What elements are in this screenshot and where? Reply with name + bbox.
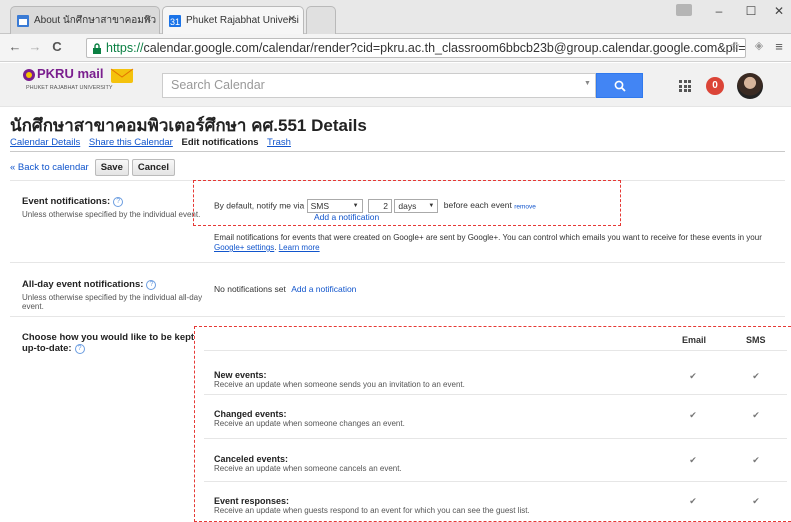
tab-title: About นักศึกษาสาขาคอมพิว [34, 15, 157, 26]
forward-arrow-icon[interactable]: → [26, 39, 44, 54]
divider [10, 316, 785, 317]
google-plus-settings-link[interactable]: Google+ settings [214, 243, 274, 252]
new-tab-button[interactable] [306, 6, 336, 34]
divider [10, 262, 785, 263]
allday-add-notification-link[interactable]: Add a notification [291, 284, 356, 294]
page-title: นักศึกษาสาขาคอมพิวเตอร์ศึกษา คศ.551 Deta… [10, 116, 367, 135]
minimize-icon[interactable]: – [702, 0, 736, 24]
table-row: Canceled events: Receive an update when … [214, 454, 402, 473]
row-name: Canceled events: [214, 454, 289, 464]
row-name: New events: [214, 370, 267, 380]
calendar-icon: 31 [169, 14, 181, 27]
learn-more-link[interactable]: Learn more [279, 243, 320, 252]
details-tabs: Calendar Details Share this Calendar Edi… [10, 137, 291, 148]
star-icon[interactable]: ☆ [726, 39, 744, 53]
avatar[interactable] [737, 73, 763, 99]
no-notifications-text: No notifications set [214, 284, 286, 294]
email-checkbox[interactable]: ✔ [688, 410, 698, 420]
email-checkbox[interactable]: ✔ [688, 496, 698, 506]
close-tab-icon[interactable]: ✕ [288, 14, 296, 25]
extension-icon[interactable]: ◈ [750, 39, 768, 52]
sms-checkbox[interactable]: ✔ [751, 371, 761, 381]
allday-sub: Unless otherwise specified by the indivi… [22, 293, 203, 311]
remove-link[interactable]: remove [514, 203, 536, 210]
url-scheme: https:// [106, 41, 144, 55]
allday-notification-row: No notifications set Add a notification [214, 284, 356, 294]
close-window-icon[interactable]: ✕ [762, 0, 791, 24]
tab-edit-notifications[interactable]: Edit notifications [181, 137, 258, 148]
lock-icon [93, 43, 101, 54]
sms-checkbox[interactable]: ✔ [751, 410, 761, 420]
row-desc: Receive an update when guests respond to… [214, 506, 530, 515]
row-desc: Receive an update when someone changes a… [214, 419, 405, 428]
search-button[interactable] [596, 73, 643, 98]
table-row: Event responses: Receive an update when … [214, 496, 530, 515]
row-desc: Receive an update when someone sends you… [214, 380, 465, 389]
url-text: calendar.google.com/calendar/render?cid=… [143, 41, 746, 55]
back-to-calendar-link[interactable]: « Back to calendar [10, 162, 89, 173]
row-name: Changed events: [214, 409, 287, 419]
search-input[interactable]: Search Calendar [162, 73, 596, 98]
back-arrow-icon[interactable]: ← [6, 39, 24, 54]
sms-checkbox[interactable]: ✔ [751, 496, 761, 506]
unit-select[interactable]: days ▼ [394, 199, 439, 213]
google-plus-info: Email notifications for events that were… [214, 233, 762, 252]
search-icon [614, 80, 626, 92]
sms-checkbox[interactable]: ✔ [751, 455, 761, 465]
allday-label: All-day event notifications: [22, 279, 144, 290]
logo-emblem-icon [23, 69, 35, 81]
updates-label-block: Choose how you would like to be kept up-… [22, 332, 197, 354]
browser-tab-bar: About นักศึกษาสาขาคอมพิว ✕ 31 Phuket Raj… [0, 0, 791, 34]
allday-label-block: All-day event notifications:? Unless oth… [22, 279, 204, 311]
browser-toolbar: ← → C https://calendar.google.com/calend… [0, 34, 791, 62]
mail-envelope-icon [110, 68, 134, 83]
search-dropdown-icon[interactable]: ▼ [584, 80, 591, 87]
logo-subtitle: PHUKET RAJABHAT UNIVERSITY [26, 85, 113, 91]
menu-icon[interactable]: ≡ [770, 39, 788, 54]
logo-text: PKRU mail [37, 66, 104, 81]
row-desc: Receive an update when someone cancels a… [214, 464, 402, 473]
browser-tab-1[interactable]: About นักศึกษาสาขาคอมพิว ✕ [10, 6, 160, 34]
tab-trash[interactable]: Trash [267, 137, 291, 148]
event-notifications-label-block: Event notifications:? Unless otherwise s… [22, 196, 202, 219]
method-select[interactable]: SMS ▼ [306, 199, 363, 213]
col-header-sms: SMS [746, 335, 766, 345]
table-row: New events: Receive an update when someo… [214, 370, 465, 389]
svg-text:31: 31 [170, 17, 180, 27]
updates-label: Choose how you would like to be kept up-… [22, 332, 195, 354]
email-checkbox[interactable]: ✔ [688, 371, 698, 381]
action-row: « Back to calendar Save Cancel [10, 159, 176, 176]
reload-icon[interactable]: C [48, 39, 66, 54]
tab-title: Phuket Rajabhat Universi [186, 15, 299, 26]
event-notifications-sub: Unless otherwise specified by the indivi… [22, 210, 201, 219]
cancel-button[interactable]: Cancel [131, 159, 176, 176]
notification-row: By default, notify me via SMS ▼ 2 days ▼ b… [214, 199, 536, 213]
help-icon[interactable]: ? [146, 280, 157, 290]
col-header-email: Email [682, 335, 707, 345]
profile-icon[interactable] [676, 4, 692, 16]
calendar-icon [17, 14, 29, 27]
apps-grid-icon[interactable] [679, 80, 691, 92]
pkru-logo[interactable]: PKRU mail PHUKET RAJABHAT UNIVERSITY [22, 65, 152, 105]
row-name: Event responses: [214, 496, 290, 506]
notifications-badge[interactable]: 0 [706, 77, 724, 95]
amount-input[interactable]: 2 [368, 199, 392, 213]
add-notification-link[interactable]: Add a notification [314, 212, 379, 222]
browser-tab-2[interactable]: 31 Phuket Rajabhat Universi ✕ [162, 6, 304, 34]
tab-share-calendar[interactable]: Share this Calendar [89, 137, 173, 148]
event-notifications-label: Event notifications: [22, 196, 111, 207]
email-checkbox[interactable]: ✔ [688, 455, 698, 465]
address-bar[interactable]: https://calendar.google.com/calendar/ren… [86, 38, 746, 58]
save-button[interactable]: Save [94, 159, 129, 176]
tab-calendar-details[interactable]: Calendar Details [10, 137, 80, 148]
divider [10, 151, 785, 152]
table-row: Changed events: Receive an update when s… [214, 409, 405, 428]
calendar-header: PKRU mail PHUKET RAJABHAT UNIVERSITY Sea… [0, 63, 791, 107]
notify-prefix: By default, notify me via [214, 200, 305, 211]
help-icon[interactable]: ? [113, 197, 124, 207]
notify-suffix: before each event [443, 200, 512, 211]
help-icon[interactable]: ? [74, 344, 85, 354]
close-tab-icon[interactable]: ✕ [144, 14, 152, 25]
